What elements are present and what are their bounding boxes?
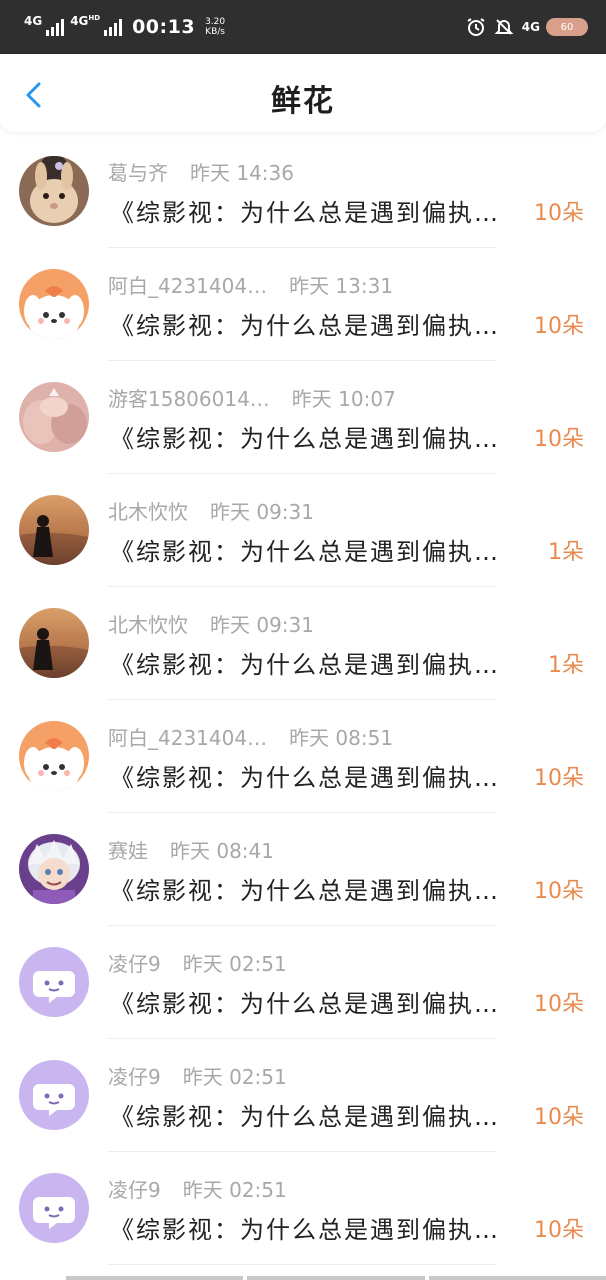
- signal-icon: [104, 18, 123, 36]
- item-meta: 阿白_4231404… 昨天 13:31: [108, 270, 393, 299]
- flower-count: 10朵: [534, 879, 584, 904]
- flower-count: 10朵: [534, 992, 584, 1017]
- avatar[interactable]: [19, 1060, 89, 1130]
- flower-count: 10朵: [534, 427, 584, 452]
- status-left: 4G 4GHD 00:13 3.20 KB/s: [24, 14, 226, 38]
- status-bar: 4G 4GHD 00:13 3.20 KB/s 4G 60: [0, 0, 606, 54]
- list-item[interactable]: 游客15806014… 昨天 10:07 《综影视：为什么总是遇到偏执… 10朵: [0, 361, 606, 474]
- timestamp: 昨天 02:51: [182, 1065, 287, 1089]
- message-preview: 《综影视：为什么总是遇到偏执…: [110, 877, 500, 905]
- sender-name[interactable]: 北木忺忺: [108, 496, 188, 525]
- flower-list: 葛与齐 昨天 14:36 《综影视：为什么总是遇到偏执… 10朵 阿白_4231404……: [0, 135, 606, 1265]
- message-preview: 《综影视：为什么总是遇到偏执…: [110, 538, 500, 566]
- network-label-1: 4G: [24, 14, 43, 28]
- item-meta: 凌仔9 昨天 02:51: [108, 1061, 287, 1090]
- avatar[interactable]: [19, 495, 89, 565]
- avatar[interactable]: [19, 947, 89, 1017]
- item-meta: 凌仔9 昨天 02:51: [108, 1174, 287, 1203]
- timestamp: 昨天 09:31: [210, 613, 314, 637]
- list-item[interactable]: 北木忺忺 昨天 09:31 《综影视：为什么总是遇到偏执… 1朵: [0, 587, 606, 700]
- flower-count: 10朵: [534, 201, 584, 226]
- clock: 00:13: [132, 16, 196, 38]
- page-header: 鲜花: [0, 54, 606, 132]
- network-label-2: 4GHD: [70, 14, 101, 28]
- timestamp: 昨天 08:41: [170, 839, 274, 863]
- message-preview: 《综影视：为什么总是遇到偏执…: [110, 1103, 500, 1131]
- message-preview: 《综影视：为什么总是遇到偏执…: [110, 312, 500, 340]
- item-meta: 北木忺忺 昨天 09:31: [108, 496, 314, 525]
- item-meta: 阿白_4231404… 昨天 08:51: [108, 722, 393, 751]
- sender-name[interactable]: 阿白_4231404…: [108, 722, 267, 751]
- page-title: 鲜花: [271, 84, 335, 119]
- sender-name[interactable]: 葛与齐: [108, 157, 168, 186]
- item-meta: 赛娃 昨天 08:41: [108, 835, 274, 864]
- list-item[interactable]: 阿白_4231404… 昨天 13:31 《综影视：为什么总是遇到偏执… 10朵: [0, 248, 606, 361]
- status-right: 4G 60: [466, 17, 588, 37]
- signal-icon: [46, 18, 65, 36]
- timestamp: 昨天 14:36: [190, 161, 294, 185]
- sender-name[interactable]: 游客15806014…: [108, 383, 270, 412]
- item-meta: 葛与齐 昨天 14:36: [108, 157, 294, 186]
- flower-count: 10朵: [534, 314, 584, 339]
- avatar[interactable]: [19, 834, 89, 904]
- message-preview: 《综影视：为什么总是遇到偏执…: [110, 764, 500, 792]
- list-item[interactable]: 凌仔9 昨天 02:51 《综影视：为什么总是遇到偏执… 10朵: [0, 926, 606, 1039]
- list-item[interactable]: 阿白_4231404… 昨天 08:51 《综影视：为什么总是遇到偏执… 10朵: [0, 700, 606, 813]
- navigation-bar: [66, 1276, 606, 1280]
- sender-name[interactable]: 赛娃: [108, 835, 148, 864]
- list-item[interactable]: 凌仔9 昨天 02:51 《综影视：为什么总是遇到偏执… 10朵: [0, 1039, 606, 1152]
- mute-bell-icon: [494, 17, 514, 37]
- message-preview: 《综影视：为什么总是遇到偏执…: [110, 990, 500, 1018]
- message-preview: 《综影视：为什么总是遇到偏执…: [110, 651, 500, 679]
- list-item[interactable]: 赛娃 昨天 08:41 《综影视：为什么总是遇到偏执… 10朵: [0, 813, 606, 926]
- item-meta: 北木忺忺 昨天 09:31: [108, 609, 314, 638]
- sender-name[interactable]: 凌仔9: [108, 1061, 161, 1090]
- item-meta: 凌仔9 昨天 02:51: [108, 948, 287, 977]
- list-item[interactable]: 葛与齐 昨天 14:36 《综影视：为什么总是遇到偏执… 10朵: [0, 135, 606, 248]
- item-meta: 游客15806014… 昨天 10:07: [108, 383, 396, 412]
- message-preview: 《综影视：为什么总是遇到偏执…: [110, 425, 500, 453]
- list-item[interactable]: 北木忺忺 昨天 09:31 《综影视：为什么总是遇到偏执… 1朵: [0, 474, 606, 587]
- message-preview: 《综影视：为什么总是遇到偏执…: [110, 199, 500, 227]
- timestamp: 昨天 10:07: [291, 387, 396, 411]
- avatar[interactable]: [19, 382, 89, 452]
- sender-name[interactable]: 阿白_4231404…: [108, 270, 267, 299]
- timestamp: 昨天 02:51: [182, 952, 287, 976]
- sender-name[interactable]: 凌仔9: [108, 1174, 161, 1203]
- flower-count: 10朵: [534, 1218, 584, 1243]
- flower-count: 1朵: [548, 653, 584, 678]
- flower-count: 1朵: [548, 540, 584, 565]
- timestamp: 昨天 08:51: [289, 726, 394, 750]
- sender-name[interactable]: 北木忺忺: [108, 609, 188, 638]
- avatar[interactable]: [19, 721, 89, 791]
- timestamp: 昨天 13:31: [289, 274, 394, 298]
- network-label-3: 4G: [521, 20, 540, 34]
- flower-count: 10朵: [534, 766, 584, 791]
- timestamp: 昨天 02:51: [182, 1178, 287, 1202]
- avatar[interactable]: [19, 1173, 89, 1243]
- avatar[interactable]: [19, 156, 89, 226]
- alarm-icon: [466, 17, 486, 37]
- battery-icon: 60: [546, 18, 588, 36]
- sender-name[interactable]: 凌仔9: [108, 948, 161, 977]
- avatar[interactable]: [19, 269, 89, 339]
- flower-count: 10朵: [534, 1105, 584, 1130]
- network-speed: 3.20 KB/s: [205, 17, 226, 37]
- avatar[interactable]: [19, 608, 89, 678]
- timestamp: 昨天 09:31: [210, 500, 314, 524]
- list-item[interactable]: 凌仔9 昨天 02:51 《综影视：为什么总是遇到偏执… 10朵: [0, 1152, 606, 1265]
- message-preview: 《综影视：为什么总是遇到偏执…: [110, 1216, 500, 1244]
